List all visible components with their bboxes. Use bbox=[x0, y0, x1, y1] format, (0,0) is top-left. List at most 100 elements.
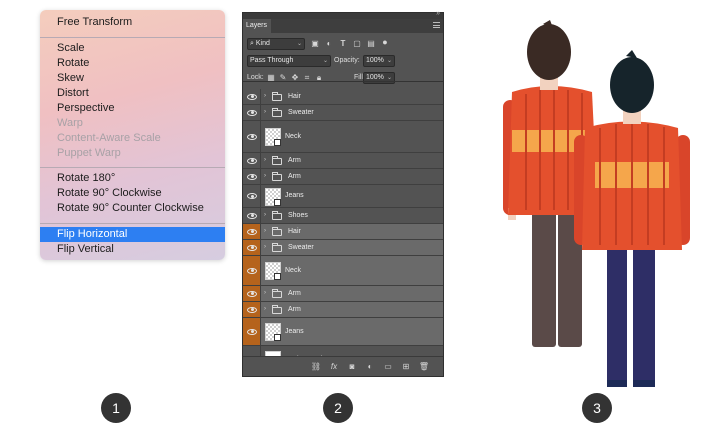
new-group-icon[interactable]: ▭ bbox=[382, 361, 394, 373]
visibility-toggle[interactable] bbox=[243, 302, 261, 317]
visibility-toggle[interactable] bbox=[243, 121, 261, 152]
layer-row[interactable]: › Arm bbox=[243, 302, 443, 318]
visibility-toggle[interactable] bbox=[243, 256, 261, 285]
visibility-toggle[interactable] bbox=[243, 208, 261, 223]
expand-arrow-icon[interactable]: › bbox=[264, 244, 266, 250]
layer-row[interactable]: Neck bbox=[243, 121, 443, 153]
layer-name: Jeans bbox=[285, 192, 304, 199]
visibility-toggle[interactable] bbox=[243, 185, 261, 207]
layer-row[interactable]: Jeans bbox=[243, 185, 443, 208]
blend-mode-select[interactable]: Pass Through ⌄ bbox=[247, 55, 331, 67]
menu-item-skew[interactable]: Skew bbox=[40, 71, 225, 86]
eye-icon bbox=[247, 109, 257, 116]
eye-icon bbox=[247, 228, 257, 235]
eye-icon bbox=[247, 244, 257, 251]
eye-icon bbox=[247, 157, 257, 164]
layer-name: Jeans bbox=[285, 327, 304, 335]
layer-name: Arm bbox=[288, 289, 301, 297]
shape-filter-icon[interactable]: ▢ bbox=[352, 39, 362, 49]
visibility-toggle[interactable] bbox=[243, 89, 261, 104]
link-icon[interactable]: ⛓ bbox=[310, 361, 322, 373]
new-layer-icon[interactable]: ⊞ bbox=[400, 361, 412, 373]
eye-icon bbox=[247, 212, 257, 219]
expand-arrow-icon[interactable]: › bbox=[264, 306, 266, 312]
layer-row[interactable]: › Arm bbox=[243, 286, 443, 302]
type-filter-icon[interactable]: T bbox=[338, 39, 348, 49]
chevron-down-icon: ⌄ bbox=[322, 58, 328, 64]
pixel-filter-icon[interactable]: ▣ bbox=[310, 39, 320, 49]
expand-arrow-icon[interactable]: › bbox=[264, 93, 266, 99]
opacity-input[interactable]: 100% ⌄ bbox=[363, 55, 395, 67]
panel-menu-icon[interactable] bbox=[433, 22, 440, 28]
visibility-toggle[interactable] bbox=[243, 105, 261, 120]
menu-separator bbox=[40, 167, 225, 168]
layer-row[interactable]: › Arm bbox=[243, 169, 443, 185]
menu-item-rotate-180[interactable]: Rotate 180° bbox=[40, 171, 225, 186]
smart-object-icon bbox=[274, 334, 281, 341]
layer-row[interactable]: › Hair bbox=[243, 89, 443, 105]
menu-item-rotate[interactable]: Rotate bbox=[40, 56, 225, 71]
eye-icon bbox=[247, 133, 257, 140]
menu-separator bbox=[40, 37, 225, 38]
menu-separator bbox=[40, 223, 225, 224]
folder-icon bbox=[272, 108, 282, 117]
menu-item-free-transform[interactable]: Free Transform bbox=[40, 15, 225, 30]
expand-arrow-icon[interactable]: › bbox=[264, 157, 266, 163]
layer-row[interactable]: › Sweater bbox=[243, 105, 443, 121]
adjustment-icon[interactable]: ◐ bbox=[364, 361, 376, 373]
blend-mode-value: Pass Through bbox=[250, 57, 294, 64]
menu-item-rotate-90-clockwise[interactable]: Rotate 90° Clockwise bbox=[40, 186, 225, 201]
layer-thumbnail bbox=[265, 128, 281, 146]
menu-item-flip-horizontal[interactable]: Flip Horizontal bbox=[40, 227, 225, 242]
visibility-toggle[interactable] bbox=[243, 318, 261, 345]
fill-input[interactable]: 100% ⌄ bbox=[363, 72, 395, 84]
folder-icon bbox=[272, 289, 282, 298]
folder-icon bbox=[272, 227, 282, 236]
trash-icon[interactable]: 🗑︎ bbox=[418, 361, 430, 373]
step-badge-2: 2 bbox=[323, 393, 353, 423]
eye-icon bbox=[247, 328, 257, 335]
front-character-left-shoe bbox=[607, 380, 627, 387]
filter-kind-select[interactable]: ⌕ Kind ⌄ bbox=[247, 38, 305, 50]
layer-name: Hair bbox=[288, 92, 301, 100]
visibility-toggle[interactable] bbox=[243, 153, 261, 168]
layer-row[interactable]: Jeans bbox=[243, 318, 443, 346]
visibility-toggle[interactable] bbox=[243, 169, 261, 184]
front-character-right-shoe bbox=[633, 380, 655, 387]
menu-item-rotate-90-counter-clockwise[interactable]: Rotate 90° Counter Clockwise bbox=[40, 201, 225, 216]
mask-icon[interactable]: ◙ bbox=[346, 361, 358, 373]
front-character-right-leg bbox=[633, 245, 655, 385]
layer-name: Arm bbox=[288, 305, 301, 313]
expand-arrow-icon[interactable]: › bbox=[264, 228, 266, 234]
layer-row[interactable]: › Shoes bbox=[243, 208, 443, 224]
eye-icon bbox=[247, 290, 257, 297]
adjustment-filter-icon[interactable]: ◐ bbox=[324, 39, 334, 49]
folder-icon bbox=[272, 305, 282, 314]
eye-icon bbox=[247, 93, 257, 100]
eye-icon bbox=[247, 306, 257, 313]
fx-icon[interactable]: fx bbox=[328, 361, 340, 373]
layer-row[interactable]: › Sweater bbox=[243, 240, 443, 256]
tab-layers[interactable]: Layers bbox=[243, 19, 271, 33]
layer-row[interactable]: › Arm bbox=[243, 153, 443, 169]
expand-arrow-icon[interactable]: › bbox=[264, 109, 266, 115]
collapse-icon[interactable]: » bbox=[436, 10, 440, 17]
menu-item-perspective[interactable]: Perspective bbox=[40, 101, 225, 116]
visibility-toggle[interactable] bbox=[243, 286, 261, 301]
expand-arrow-icon[interactable]: › bbox=[264, 212, 266, 218]
expand-arrow-icon[interactable]: › bbox=[264, 290, 266, 296]
menu-item-scale[interactable]: Scale bbox=[40, 41, 225, 56]
menu-item-flip-vertical[interactable]: Flip Vertical bbox=[40, 242, 225, 257]
layer-row[interactable]: › Hair bbox=[243, 224, 443, 240]
eye-icon bbox=[247, 193, 257, 199]
eye-icon bbox=[247, 173, 257, 180]
layer-row[interactable]: Neck bbox=[243, 256, 443, 286]
step-badge-1: 1 bbox=[101, 393, 131, 423]
menu-item-distort[interactable]: Distort bbox=[40, 86, 225, 101]
visibility-toggle[interactable] bbox=[243, 224, 261, 239]
opacity-value: 100% bbox=[366, 57, 384, 64]
smart-object-filter-icon[interactable]: ▤ bbox=[366, 39, 376, 49]
expand-arrow-icon[interactable]: › bbox=[264, 173, 266, 179]
filter-toggle-icon[interactable]: ● bbox=[380, 37, 390, 47]
visibility-toggle[interactable] bbox=[243, 240, 261, 255]
